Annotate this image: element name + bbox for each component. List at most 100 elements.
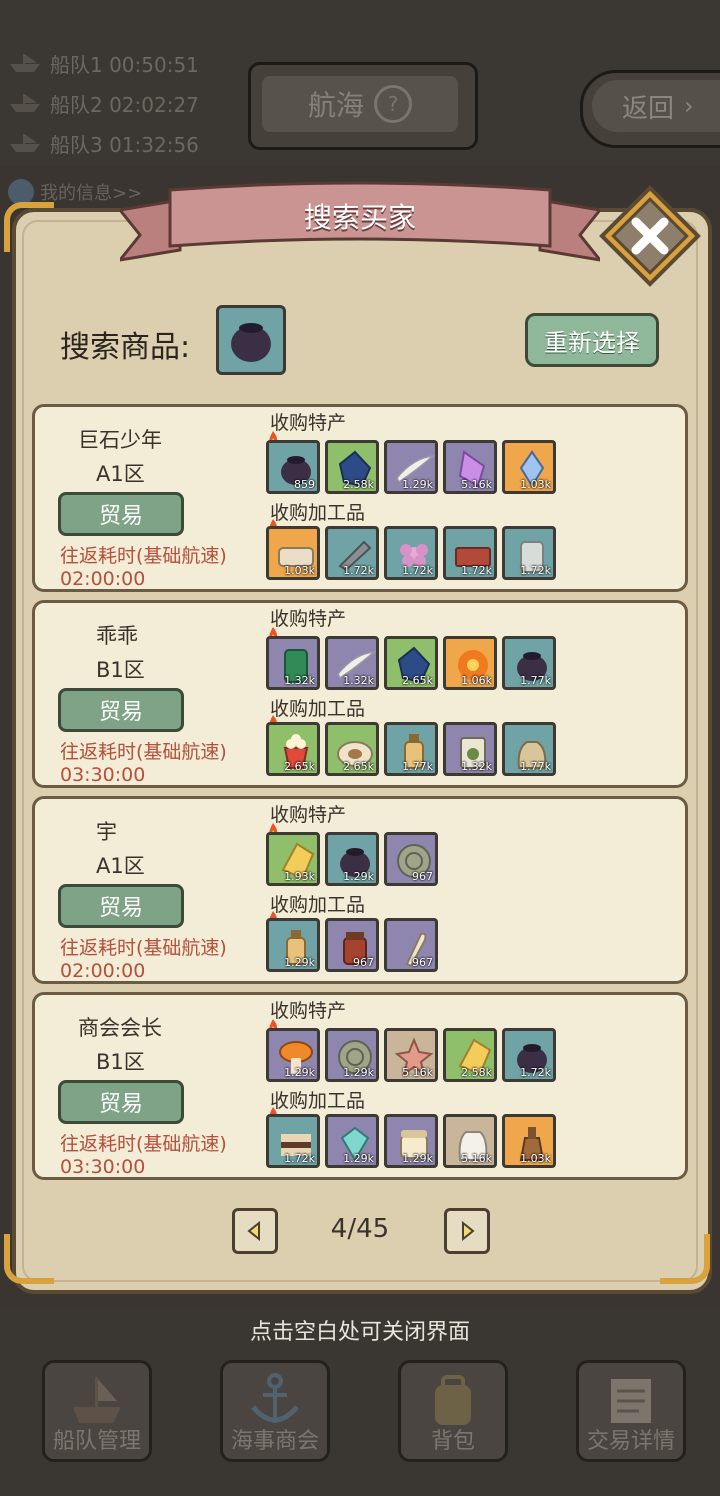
buyer-name: 商会会长: [78, 1016, 162, 1040]
goods-slot[interactable]: 1.32k: [325, 636, 379, 690]
goods-quantity: 5.16k: [402, 1066, 433, 1079]
goods-quantity: 967: [412, 956, 433, 969]
goods-quantity: 1.06k: [461, 674, 492, 687]
voyage-title-text: 航海: [307, 89, 364, 122]
goods-quantity: 1.29k: [402, 478, 433, 491]
boat-icon: [10, 54, 40, 72]
voyage-title: 航海 ?: [262, 76, 458, 132]
search-goods-label: 搜索商品:: [60, 330, 191, 365]
goods-quantity: 1.03k: [284, 564, 315, 577]
goods-slot[interactable]: 1.72k: [384, 526, 438, 580]
trip-duration-label: 往返耗时(基础航速): [60, 545, 227, 567]
goods-slot[interactable]: 1.03k: [266, 526, 320, 580]
fleet-timer-3: 船队3 01:32:56: [8, 128, 199, 158]
goods-quantity: 1.77k: [520, 760, 551, 773]
arrow-right-icon: [462, 1221, 475, 1241]
buyer-name: 巨石少年: [78, 428, 162, 452]
nav-backpack[interactable]: 背包: [398, 1360, 508, 1462]
goods-quantity: 967: [353, 956, 374, 969]
trip-duration-time: 03:30:00: [60, 764, 146, 786]
back-button[interactable]: 返回 ›: [592, 80, 720, 132]
goods-quantity: 2.65k: [284, 760, 315, 773]
goods-slot[interactable]: 1.29k: [325, 1114, 379, 1168]
goods-slot[interactable]: 1.72k: [443, 526, 497, 580]
buyer-zone: A1区: [96, 854, 145, 878]
goods-slot[interactable]: 1.29k: [325, 832, 379, 886]
goods-slot[interactable]: 1.77k: [502, 722, 556, 776]
goods-slot[interactable]: 2.65k: [266, 722, 320, 776]
goods-slot[interactable]: 1.32k: [443, 722, 497, 776]
goods-slot[interactable]: 1.06k: [443, 636, 497, 690]
goods-quantity: 1.32k: [461, 760, 492, 773]
trip-duration-label: 往返耗时(基础航速): [60, 741, 227, 763]
fleet-timer-text: 船队1 00:50:51: [50, 52, 199, 77]
goods-slot[interactable]: 1.77k: [384, 722, 438, 776]
buyer-name: 乖乖: [96, 624, 138, 648]
buyer-zone: B1区: [96, 658, 145, 682]
reselect-button[interactable]: 重新选择: [525, 313, 659, 367]
goods-quantity: 1.32k: [343, 674, 374, 687]
goods-slot[interactable]: 2.58k: [325, 440, 379, 494]
goods-slot[interactable]: 1.03k: [502, 1114, 556, 1168]
back-button-label: 返回: [622, 93, 675, 124]
close-button[interactable]: [598, 184, 702, 288]
goods-slot[interactable]: 2.65k: [325, 722, 379, 776]
corner-ornament: [660, 1234, 710, 1284]
nav-label: 海事商会: [230, 1429, 319, 1454]
goods-slot[interactable]: 5.16k: [384, 1028, 438, 1082]
goods-slot[interactable]: 1.93k: [266, 832, 320, 886]
goods-slot[interactable]: 1.29k: [325, 1028, 379, 1082]
goods-slot[interactable]: 1.29k: [384, 1114, 438, 1168]
trade-button[interactable]: 贸易: [58, 688, 184, 732]
goods-slot[interactable]: 1.72k: [502, 1028, 556, 1082]
goods-slot[interactable]: 1.72k: [266, 1114, 320, 1168]
specialty-label: 收购特产: [270, 608, 347, 630]
processed-label: 收购加工品: [270, 502, 366, 524]
nav-trade-details[interactable]: 交易详情: [576, 1360, 686, 1462]
search-goods-slot[interactable]: [216, 305, 286, 375]
goods-slot[interactable]: 1.72k: [502, 526, 556, 580]
nav-label: 背包: [430, 1429, 475, 1454]
goods-slot[interactable]: 1.72k: [325, 526, 379, 580]
scroll-icon: [611, 1379, 651, 1423]
nav-fleet-management[interactable]: 船队管理: [42, 1360, 152, 1462]
corner-ornament: [4, 202, 54, 252]
fleet-timer-text: 船队3 01:32:56: [50, 132, 199, 157]
specialty-label: 收购特产: [270, 804, 347, 826]
fleet-timer-1: 船队1 00:50:51: [8, 48, 199, 78]
goods-slot[interactable]: 1.29k: [266, 1028, 320, 1082]
goods-slot[interactable]: 1.03k: [502, 440, 556, 494]
goods-quantity: 1.29k: [284, 956, 315, 969]
goods-slot[interactable]: 967: [325, 918, 379, 972]
goods-slot[interactable]: 967: [384, 918, 438, 972]
goods-quantity: 2.65k: [343, 760, 374, 773]
trip-duration-time: 02:00:00: [60, 568, 146, 590]
trip-duration-label: 往返耗时(基础航速): [60, 937, 227, 959]
trade-button[interactable]: 贸易: [58, 1080, 184, 1124]
trade-button[interactable]: 贸易: [58, 884, 184, 928]
goods-slot[interactable]: 5.16k: [443, 440, 497, 494]
goods-slot[interactable]: 1.29k: [266, 918, 320, 972]
goods-slot[interactable]: 1.32k: [266, 636, 320, 690]
dark-pot-icon: [231, 323, 271, 362]
goods-quantity: 1.03k: [520, 478, 551, 491]
goods-slot[interactable]: 859: [266, 440, 320, 494]
nav-maritime-guild[interactable]: 海事商会: [220, 1360, 330, 1462]
goods-slot[interactable]: 1.77k: [502, 636, 556, 690]
next-page-button[interactable]: [444, 1208, 490, 1254]
goods-quantity: 1.32k: [284, 674, 315, 687]
ship-icon: [73, 1377, 121, 1423]
goods-quantity: 1.93k: [284, 870, 315, 883]
goods-slot[interactable]: 2.58k: [443, 1028, 497, 1082]
close-hint: 点击空白处可关闭界面: [249, 1320, 470, 1345]
goods-slot[interactable]: 1.29k: [384, 440, 438, 494]
goods-slot[interactable]: 2.65k: [384, 636, 438, 690]
anchor-icon: [251, 1373, 299, 1423]
goods-quantity: 2.58k: [461, 1066, 492, 1079]
trade-button[interactable]: 贸易: [58, 492, 184, 536]
goods-slot[interactable]: 967: [384, 832, 438, 886]
prev-page-button[interactable]: [232, 1208, 278, 1254]
goods-slot[interactable]: 5.16k: [443, 1114, 497, 1168]
help-icon[interactable]: ?: [374, 85, 412, 123]
boat-icon: [10, 94, 40, 112]
